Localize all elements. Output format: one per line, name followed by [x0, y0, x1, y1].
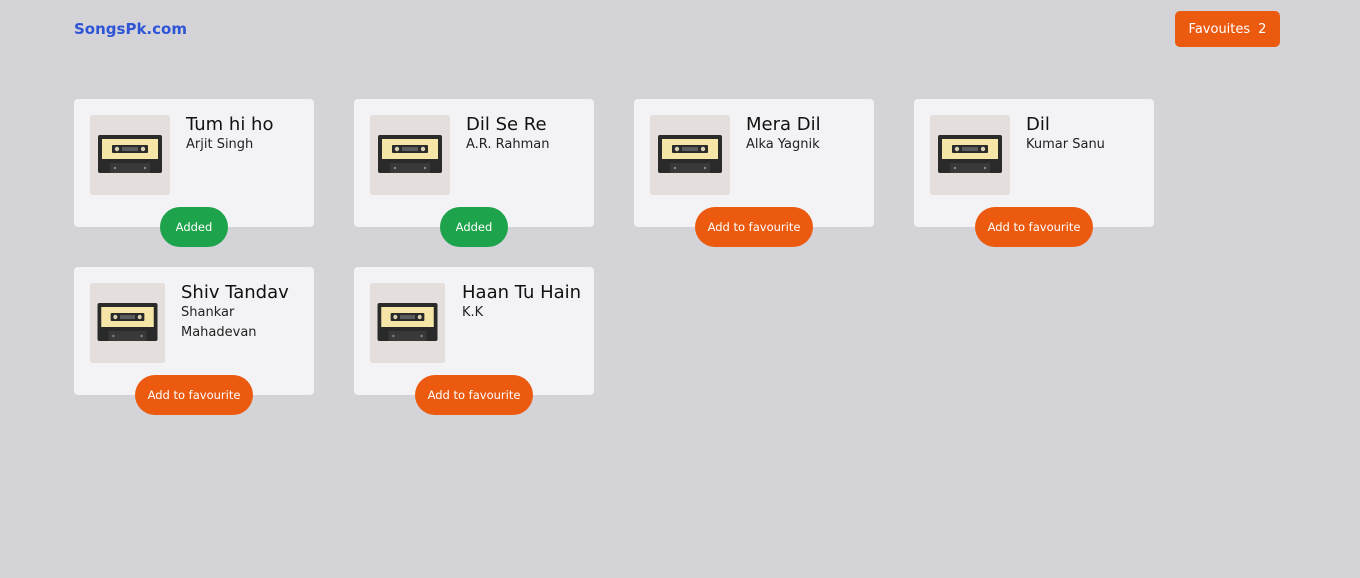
- song-title: Tum hi ho: [186, 114, 274, 135]
- cassette-tape-icon: [370, 283, 445, 363]
- song-card: Haan Tu Hain K.K Add to favourite: [354, 267, 594, 415]
- brand-logo[interactable]: SongsPk.com: [74, 20, 187, 38]
- added-button[interactable]: Added: [160, 207, 228, 247]
- song-title: Dil Se Re: [466, 114, 547, 135]
- song-artist: Arjit Singh: [186, 137, 254, 152]
- cassette-tape-icon: [650, 115, 730, 195]
- cassette-tape-icon: [90, 115, 170, 195]
- cassette-tape-icon: [370, 115, 450, 195]
- song-card: Tum hi ho Arjit Singh Added: [74, 99, 314, 247]
- song-card: Dil Se Re A.R. Rahman Added: [354, 99, 594, 247]
- song-artist: Kumar Sanu: [1026, 137, 1105, 152]
- song-artist: A.R. Rahman: [466, 137, 550, 152]
- song-artist: Alka Yagnik: [746, 137, 820, 152]
- song-title: Dil: [1026, 114, 1050, 135]
- favourites-label: Favouites: [1188, 21, 1251, 37]
- add-to-favourite-button[interactable]: Add to favourite: [975, 207, 1093, 247]
- favourites-count: 2: [1258, 21, 1267, 37]
- add-to-favourite-button[interactable]: Add to favourite: [695, 207, 813, 247]
- cassette-tape-icon: [930, 115, 1010, 195]
- song-card: Dil Kumar Sanu Add to favourite: [914, 99, 1154, 247]
- cassette-tape-icon: [90, 283, 165, 363]
- added-button[interactable]: Added: [440, 207, 508, 247]
- song-artist: Shankar Mahadevan: [181, 305, 257, 340]
- song-card: Mera Dil Alka Yagnik Add to favourite: [634, 99, 874, 247]
- song-artist: K.K: [462, 305, 484, 320]
- song-title: Mera Dil: [746, 114, 821, 135]
- song-card: Shiv Tandav Shankar Mahadevan Add to fav…: [74, 267, 314, 415]
- song-title: Shiv Tandav: [181, 282, 289, 303]
- add-to-favourite-button[interactable]: Add to favourite: [415, 375, 533, 415]
- song-title: Haan Tu Hain: [462, 282, 582, 303]
- favourites-button[interactable]: Favouites 2: [1175, 11, 1280, 47]
- add-to-favourite-button[interactable]: Add to favourite: [135, 375, 253, 415]
